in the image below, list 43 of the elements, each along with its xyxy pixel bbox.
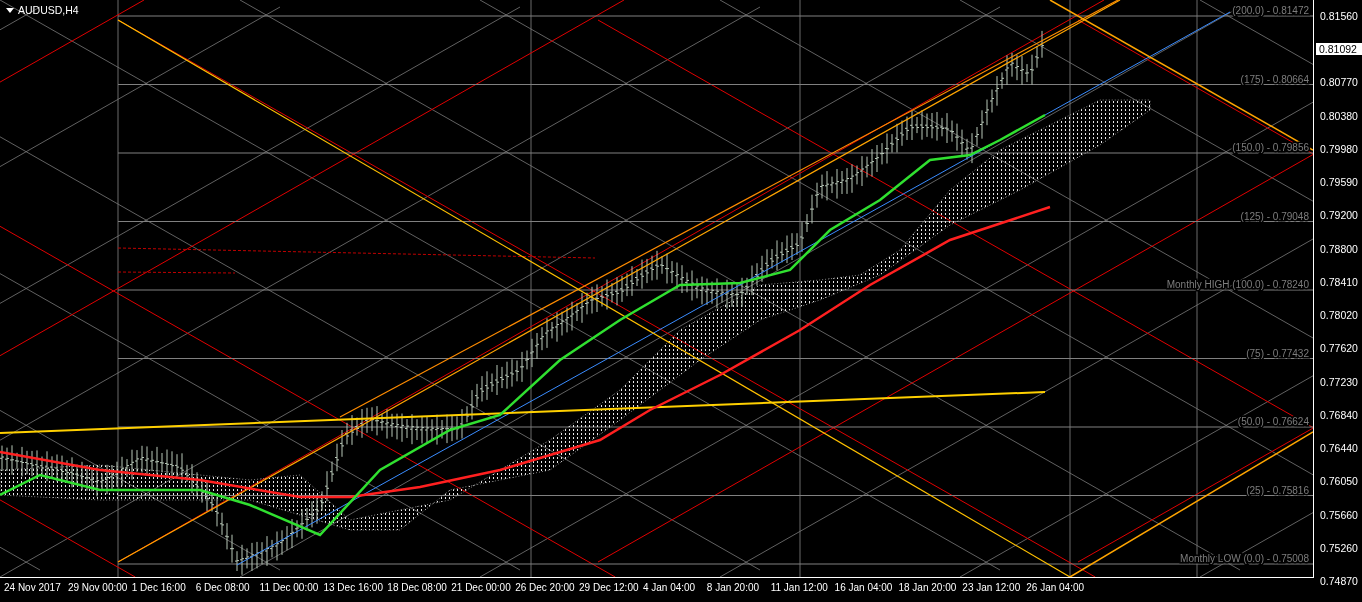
time-axis-label: 16 Jan 04:00 — [834, 582, 894, 595]
current-price-label: 0.81092 — [1316, 43, 1362, 56]
price-axis-label: 0.74870 — [1319, 575, 1359, 587]
price-axis-label: 0.81560 — [1319, 10, 1359, 22]
time-axis-label: 4 Jan 04:00 — [642, 582, 697, 595]
time-axis-label: 18 Jan 20:00 — [898, 582, 958, 595]
price-axis-label: 0.75660 — [1319, 508, 1359, 521]
level-label: (200.0) - 0.81472 — [1232, 5, 1309, 16]
time-axis-label: 8 Jan 20:00 — [706, 582, 761, 595]
time-axis-label: 26 Jan 04:00 — [1026, 582, 1086, 595]
price-axis-label: 0.79590 — [1319, 176, 1359, 189]
price-axis-label: 0.79200 — [1319, 209, 1359, 222]
level-label: Monthly LOW (0.0) - 0.75008 — [1180, 553, 1309, 564]
price-axis-label: 0.79980 — [1319, 142, 1359, 155]
price-axis-label: 0.76440 — [1319, 442, 1359, 455]
dropdown-triangle-icon[interactable] — [6, 7, 14, 13]
price-axis-label: 0.76840 — [1319, 408, 1359, 421]
price-axis-label: 0.78020 — [1319, 309, 1359, 322]
time-axis-label: 29 Dec 12:00 — [579, 582, 640, 595]
time-axis-label: 21 Dec 00:00 — [451, 582, 512, 595]
price-axis-label: 0.77620 — [1319, 342, 1359, 355]
level-label: (75) - 0.77432 — [1246, 347, 1309, 359]
price-axis-label: 0.78800 — [1319, 242, 1359, 255]
price-axis-label: 0.75260 — [1319, 541, 1359, 554]
time-axis-label: 26 Dec 20:00 — [515, 582, 576, 595]
time-axis-label: 11 Jan 12:00 — [770, 582, 829, 595]
symbol-label: AUDUSD,H4 — [18, 4, 79, 16]
level-label: (125) - 0.79048 — [1240, 210, 1309, 222]
time-axis-label: 18 Dec 08:00 — [387, 582, 448, 595]
time-axis-label: 29 Nov 00:00 — [67, 582, 129, 595]
price-axis-label: 0.78410 — [1319, 275, 1359, 288]
time-axis-label: 11 Dec 00:00 — [259, 582, 320, 595]
price-axis-label: 0.76050 — [1319, 475, 1359, 488]
time-axis-label: 24 Nov 2017 — [4, 582, 62, 595]
price-axis-label: 0.80770 — [1319, 76, 1359, 89]
level-label: (175) - 0.80664 — [1240, 73, 1309, 85]
level-label: (25) - 0.75816 — [1246, 484, 1309, 496]
time-axis-label: 1 Dec 16:00 — [131, 582, 187, 595]
time-axis-label: 13 Dec 16:00 — [323, 582, 384, 595]
price-axis-label: 0.77230 — [1319, 375, 1359, 388]
time-axis-label: 6 Dec 08:00 — [195, 582, 251, 595]
price-axis-label: 0.80380 — [1319, 109, 1359, 122]
time-axis-label: 23 Jan 12:00 — [962, 582, 1022, 595]
